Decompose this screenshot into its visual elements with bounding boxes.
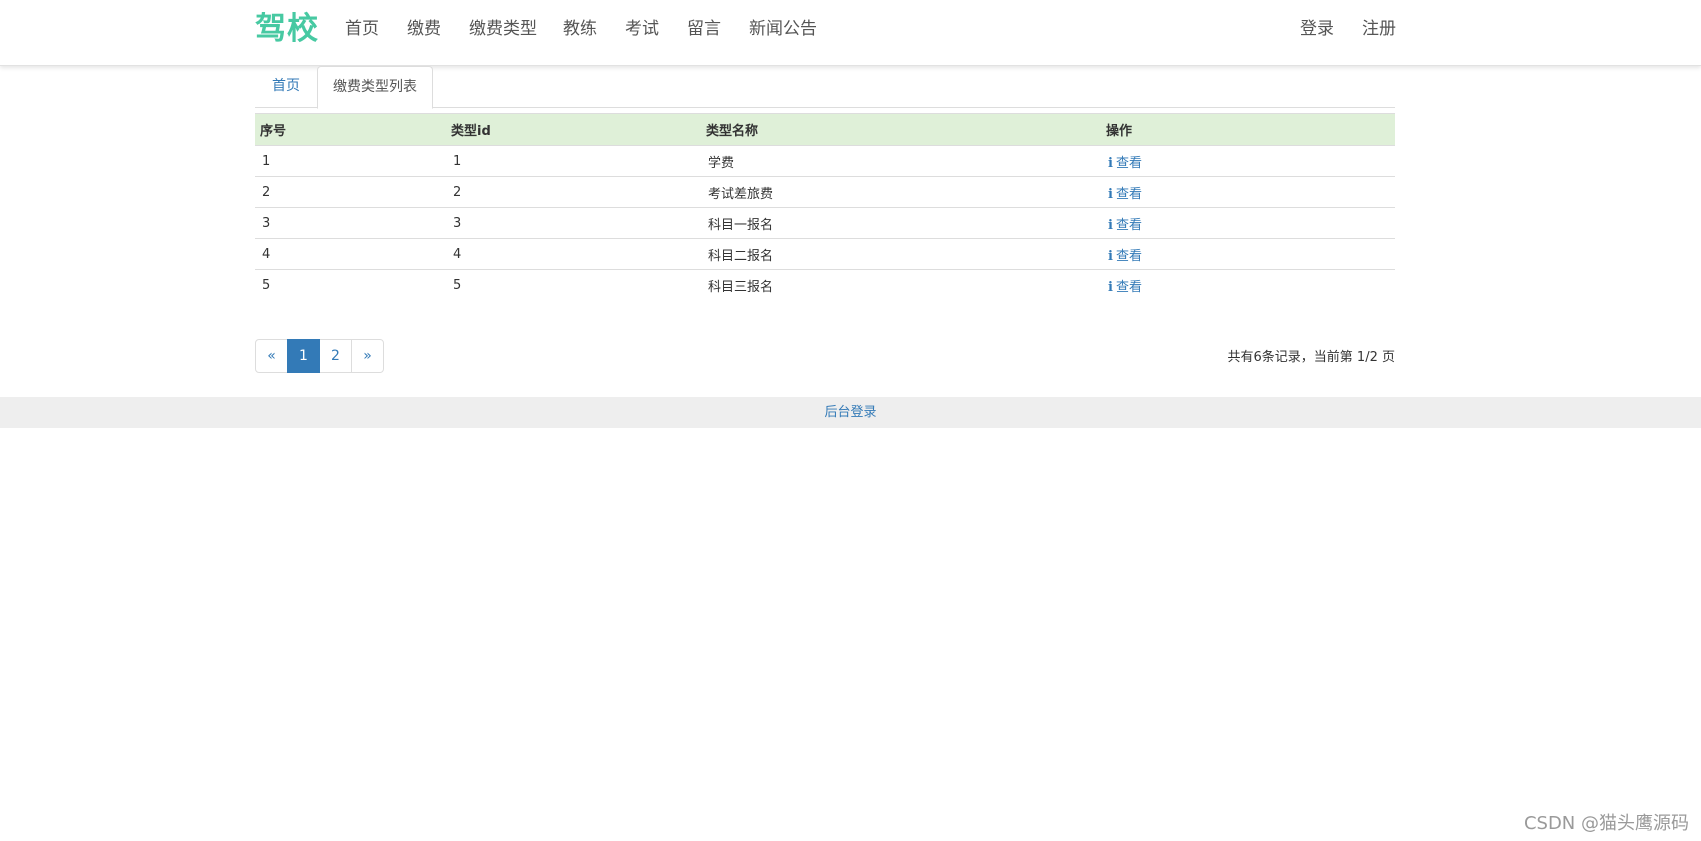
cell-index: 1 [255, 145, 446, 177]
watermark: CSDN @猫头鹰源码 [1523, 813, 1689, 834]
cell-type-name: 科目三报名 [708, 279, 774, 295]
info-icon: i [1108, 248, 1113, 264]
table-row: 1 1 学费 i 查看 [255, 145, 1395, 177]
view-label: 查看 [1115, 279, 1142, 295]
nav-payment[interactable]: 缴费 [407, 17, 441, 41]
tab-payment-type-list[interactable]: 缴费类型列表 [317, 66, 433, 109]
login-link[interactable]: 登录 [1300, 17, 1334, 41]
payment-type-table: 序号 类型id 类型名称 操作 1 1 学费 i 查看 2 2 考试差旅费 i 查看… [255, 113, 1395, 301]
next-page-button[interactable]: » [351, 339, 384, 373]
column-header-type-id: 类型id [446, 113, 701, 146]
view-button[interactable]: i 查看 [1108, 280, 1142, 295]
view-label: 查看 [1115, 155, 1142, 171]
info-icon: i [1108, 186, 1113, 202]
nav-message[interactable]: 留言 [687, 17, 721, 41]
view-button[interactable]: i 查看 [1108, 187, 1142, 202]
top-navbar: 驾校 首页 缴费 缴费类型 教练 考试 留言 新闻公告 登录 注册 [0, 0, 1701, 66]
cell-index: 2 [255, 176, 446, 208]
table-header-row: 序号 类型id 类型名称 操作 [255, 113, 1395, 146]
table-row: 4 4 科目二报名 i 查看 [255, 238, 1395, 270]
admin-login-link[interactable]: 后台登录 [824, 405, 876, 420]
cell-type-id: 2 [446, 176, 701, 208]
brand-logo[interactable]: 驾校 [255, 9, 319, 49]
cell-type-name: 学费 [701, 145, 1101, 177]
view-label: 查看 [1115, 186, 1142, 202]
cell-type-id: 4 [446, 238, 701, 270]
cell-type-id: 5 [453, 277, 462, 293]
cell-type-name: 科目一报名 [701, 207, 1101, 239]
nav-exam[interactable]: 考试 [625, 17, 659, 41]
view-label: 查看 [1115, 217, 1142, 233]
breadcrumb-tabs: 首页 缴费类型列表 [255, 66, 1395, 109]
cell-index: 4 [255, 238, 446, 270]
page-button-1[interactable]: 1 [287, 339, 320, 373]
cell-type-id: 3 [446, 207, 701, 239]
prev-page-button[interactable]: « [255, 339, 288, 373]
cell-index: 5 [262, 277, 271, 293]
cell-type-name: 科目二报名 [701, 238, 1101, 270]
nav-coach[interactable]: 教练 [563, 17, 597, 41]
view-button[interactable]: i 查看 [1108, 156, 1142, 171]
register-link[interactable]: 注册 [1362, 17, 1396, 41]
cell-type-id: 1 [446, 145, 701, 177]
nav-payment-type[interactable]: 缴费类型 [469, 17, 537, 41]
info-icon: i [1108, 279, 1113, 295]
pagination: « 1 2 » [255, 339, 384, 373]
table-row: 5 5 科目三报名 i 查看 [255, 270, 1395, 301]
nav-news[interactable]: 新闻公告 [749, 17, 817, 41]
info-icon: i [1108, 155, 1113, 171]
column-header-action: 操作 [1101, 113, 1395, 146]
view-button[interactable]: i 查看 [1108, 218, 1142, 233]
view-label: 查看 [1115, 248, 1142, 264]
table-row: 3 3 科目一报名 i 查看 [255, 207, 1395, 239]
footer: 后台登录 [0, 397, 1701, 428]
column-header-index: 序号 [255, 113, 446, 146]
info-icon: i [1108, 217, 1113, 233]
tab-home[interactable]: 首页 [255, 66, 317, 108]
view-button[interactable]: i 查看 [1108, 249, 1142, 264]
nav-home[interactable]: 首页 [345, 17, 379, 41]
table-row: 2 2 考试差旅费 i 查看 [255, 176, 1395, 208]
record-count-info: 共有6条记录，当前第 1/2 页 [1227, 350, 1395, 365]
cell-index: 3 [255, 207, 446, 239]
column-header-type-name: 类型名称 [701, 113, 1101, 146]
cell-type-name: 考试差旅费 [701, 176, 1101, 208]
page-button-2[interactable]: 2 [319, 339, 352, 373]
